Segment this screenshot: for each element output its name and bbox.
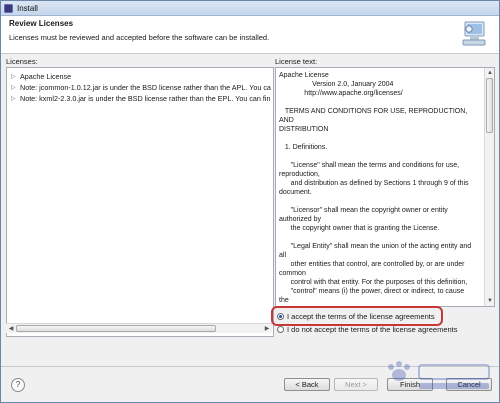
decline-radio[interactable] [277,326,284,333]
tree-expand-icon[interactable]: ▷ [11,95,17,102]
tree-item[interactable]: ▷ Note: jcommon-1.0.12.jar is under the … [11,82,271,92]
licenses-label: Licenses: [6,57,38,66]
title-bar[interactable]: Install [1,1,499,16]
tree-expand-icon[interactable]: ▷ [11,84,17,91]
accept-label: I accept the terms of the license agreem… [287,312,435,321]
tree-item-label: Note: kxml2-2.3.0.jar is under the BSD l… [20,93,271,103]
license-text-area[interactable]: Apache License Version 2.0, January 2004… [275,67,495,307]
radio-selected-dot [279,315,282,318]
install-window: Install Review Licenses Licenses must be… [0,0,500,403]
scrollbar-thumb[interactable] [16,325,216,332]
window-title: Install [17,3,38,13]
scroll-down-icon[interactable]: ▼ [486,297,494,305]
tree-item[interactable]: ▷ Note: kxml2-2.3.0.jar is under the BSD… [11,93,271,103]
license-text-vertical-scrollbar[interactable]: ▲ ▼ [484,68,494,306]
decline-label: I do not accept the terms of the license… [287,325,458,334]
tree-item[interactable]: ▷ Apache License [11,71,71,81]
wizard-header: Review Licenses Licenses must be reviewe… [1,16,499,54]
back-button[interactable]: < Back [284,378,330,391]
decline-option[interactable]: I do not accept the terms of the license… [277,325,458,334]
tree-expand-icon[interactable]: ▷ [11,73,17,80]
next-button[interactable]: Next > [334,378,378,391]
page-title: Review Licenses [9,19,74,28]
watermark-logo [388,361,490,389]
license-text-content: Apache License Version 2.0, January 2004… [279,72,472,304]
app-icon [4,3,13,13]
accept-option[interactable]: I accept the terms of the license agreem… [277,312,435,321]
tree-item-label: Apache License [20,71,72,81]
accept-radio[interactable] [277,313,284,320]
scrollbar-thumb[interactable] [486,78,493,133]
page-description: Licenses must be reviewed and accepted b… [9,33,270,42]
tree-item-label: Note: jcommon-1.0.12.jar is under the BS… [20,82,271,92]
install-graphic-icon [462,21,486,46]
license-text-label: License text: [275,57,318,66]
licenses-horizontal-scrollbar[interactable]: ◀ ▶ [6,323,272,333]
help-icon[interactable]: ? [11,378,25,392]
scroll-up-icon[interactable]: ▲ [486,69,494,77]
licenses-tree[interactable]: ▷ Apache License ▷ Note: jcommon-1.0.12.… [6,67,274,337]
scroll-left-icon[interactable]: ◀ [7,325,15,333]
scroll-right-icon[interactable]: ▶ [263,325,271,333]
